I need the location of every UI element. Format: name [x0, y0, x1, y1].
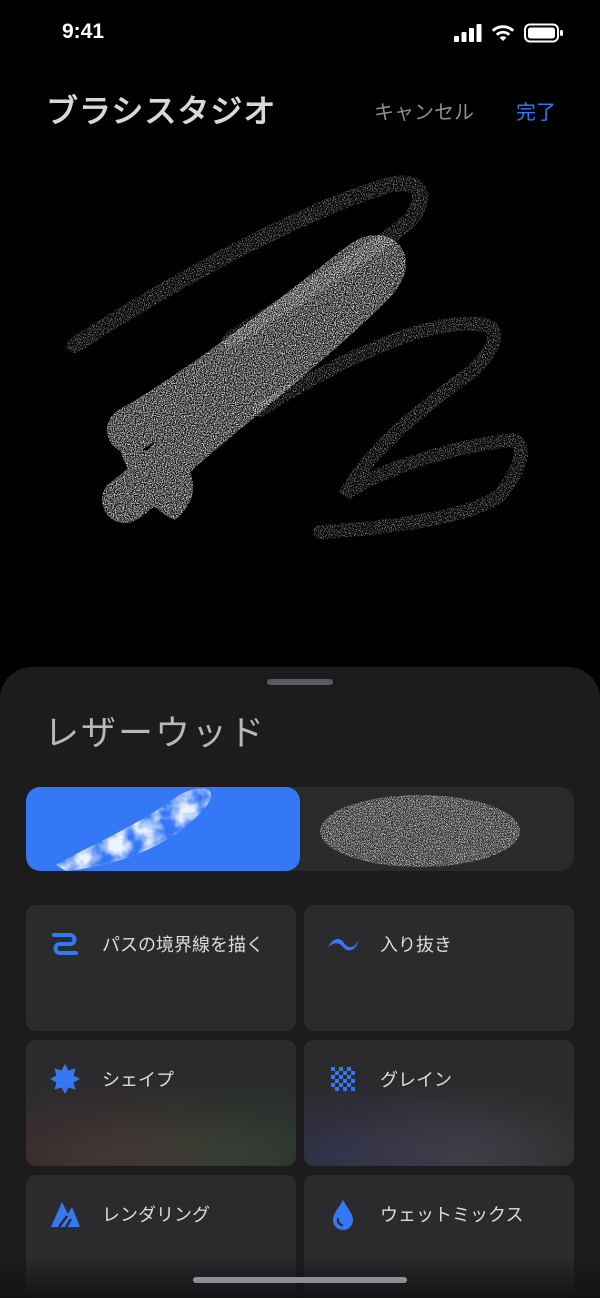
card-label: シェイプ [102, 1070, 174, 1091]
wifi-icon [491, 24, 515, 41]
shape-card[interactable]: シェイプ [26, 1040, 296, 1166]
taper-card[interactable]: 入り抜き [304, 905, 574, 1031]
shape-texture-thumbnail [56, 788, 212, 871]
card-label: パスの境界線を描く [102, 935, 264, 956]
page-title: ブラシスタジオ [46, 92, 277, 130]
grain-checker-icon [331, 1067, 355, 1091]
cancel-button[interactable]: キャンセル [374, 96, 474, 125]
sheet-grabber[interactable] [267, 679, 333, 685]
status-time: 9:41 [62, 20, 105, 43]
battery-icon [524, 23, 563, 43]
status-bar: 9:41 [0, 0, 600, 60]
signal-icon [454, 24, 482, 42]
path-icon [52, 933, 78, 955]
brush-name: レザーウッド [44, 714, 267, 754]
rendering-icon [51, 1202, 80, 1228]
shape-burst-icon [50, 1064, 80, 1094]
drawing-pad[interactable] [0, 150, 600, 670]
wave-icon [328, 938, 359, 951]
card-label: ウェットミックス [380, 1205, 524, 1226]
card-label: グレイン [380, 1070, 452, 1091]
grain-card[interactable]: グレイン [304, 1040, 574, 1166]
done-button[interactable]: 完了 [516, 96, 556, 125]
header: ブラシスタジオ キャンセル 完了 [0, 80, 600, 140]
shape-preview-option[interactable] [26, 787, 300, 871]
brush-preview-selector [26, 787, 574, 871]
status-icons [454, 23, 564, 43]
grain-preview-option[interactable] [300, 787, 574, 871]
home-indicator[interactable] [193, 1277, 407, 1283]
water-drop-icon [333, 1200, 353, 1230]
brush-stroke-preview [67, 175, 528, 539]
grain-texture-thumbnail [320, 795, 520, 867]
card-label: レンダリング [102, 1205, 210, 1226]
brush-settings-sheet: レザーウッド パスの境界線を描く 入り抜き シェイプ グレイン レンダリング ウ… [0, 667, 600, 1298]
stroke-path-card[interactable]: パスの境界線を描く [26, 905, 296, 1031]
card-label: 入り抜き [380, 935, 452, 956]
